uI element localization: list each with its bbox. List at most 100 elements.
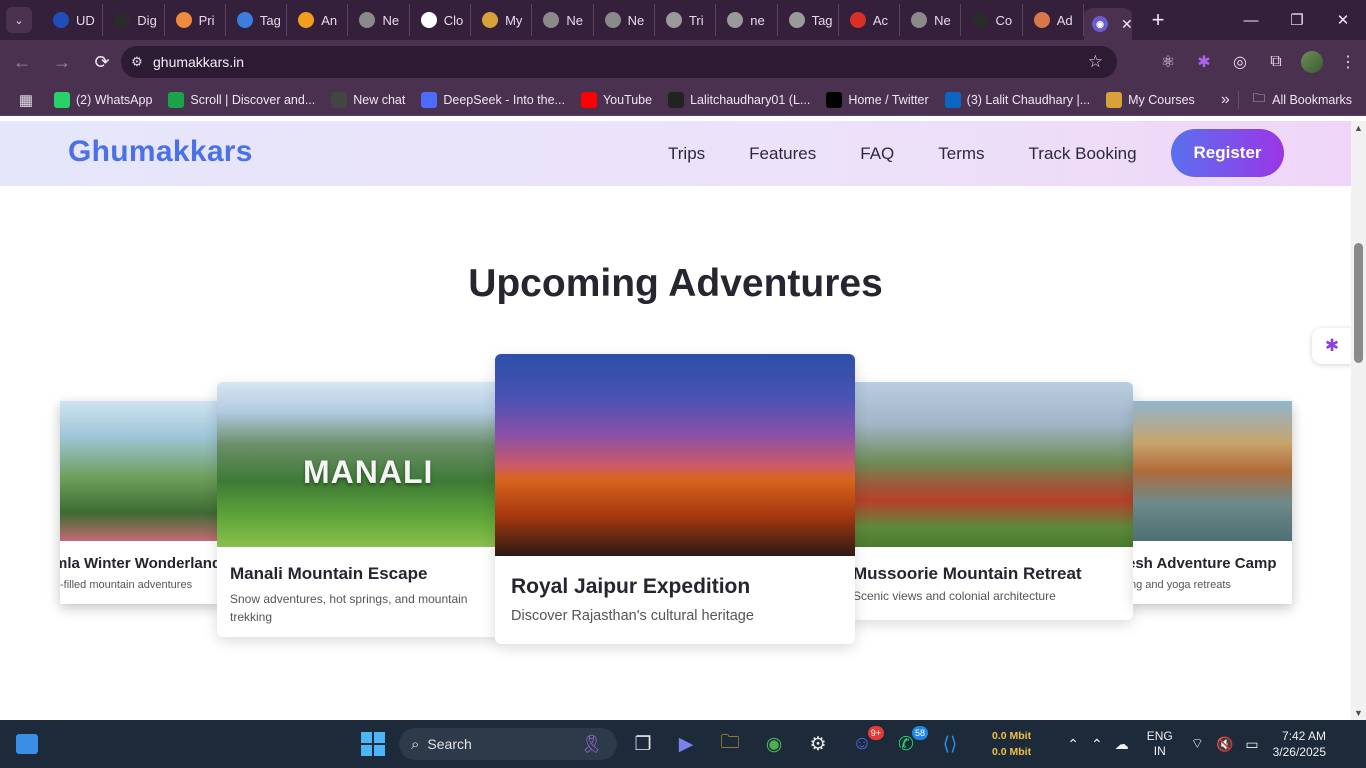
taskbar-search[interactable]: ⌕ Search 🎗 xyxy=(399,728,617,760)
scrollbar-thumb[interactable] xyxy=(1354,243,1363,363)
trip-desc: Snow adventures, hot springs, and mounta… xyxy=(230,592,468,624)
forward-button[interactable]: → xyxy=(44,44,80,80)
tab-13[interactable]: Ac xyxy=(839,4,901,36)
tab-12[interactable]: Tag xyxy=(778,4,839,36)
nav-track-booking[interactable]: Track Booking xyxy=(1029,144,1137,164)
gmail-icon xyxy=(849,12,866,28)
wifi-icon[interactable]: ⌔ xyxy=(1191,735,1204,753)
site-nav: Trips Features FAQ Terms Track Booking xyxy=(646,121,1159,186)
restore-icon[interactable]: ❐ xyxy=(1274,0,1320,40)
reload-button[interactable]: ⟳ xyxy=(84,44,120,80)
file-explorer-icon[interactable]: 🗀 xyxy=(714,728,746,760)
site-logo[interactable]: Ghumakkars xyxy=(68,135,253,169)
bookmark-7[interactable]: (3) Lalit Chaudhary |... xyxy=(937,91,1098,108)
tab-2[interactable]: Pri xyxy=(165,4,226,36)
scroll-up-icon[interactable]: ▲ xyxy=(1351,123,1366,133)
trip-card-shimla[interactable]: mla Winter Wonderland -filled mountain a… xyxy=(60,401,220,604)
active-tab[interactable]: ◉ ✕ xyxy=(1084,8,1133,40)
more-bookmarks-icon[interactable]: » xyxy=(1221,91,1230,109)
cloud-icon xyxy=(420,12,437,28)
nav-trips[interactable]: Trips xyxy=(668,144,705,164)
bookmark-4[interactable]: YouTube xyxy=(573,91,660,108)
close-window-icon[interactable]: ✕ xyxy=(1320,0,1366,40)
tab-14[interactable]: Ne xyxy=(900,4,962,36)
register-button[interactable]: Register xyxy=(1171,129,1284,177)
vscode-icon[interactable]: ⟨⟩ xyxy=(934,728,966,760)
clock[interactable]: 7:42 AM 3/26/2025 xyxy=(1273,728,1326,760)
tab-label: Ne xyxy=(934,12,951,28)
back-button[interactable]: ← xyxy=(4,44,40,80)
trip-card-jaipur[interactable]: Royal Jaipur Expedition Discover Rajasth… xyxy=(495,354,855,644)
trip-title: Mussoorie Mountain Retreat xyxy=(853,564,1082,583)
onedrive-icon[interactable]: ☁ xyxy=(1115,736,1129,753)
tab-1[interactable]: Dig xyxy=(103,4,165,36)
whatsapp-icon[interactable]: ✆ 58 xyxy=(890,726,928,760)
tab-16[interactable]: Ad xyxy=(1023,4,1085,36)
floating-brain-extension-icon[interactable]: ✱ xyxy=(1312,328,1351,364)
tab-8[interactable]: Ne xyxy=(532,4,594,36)
bookmark-5[interactable]: Lalitchaudhary01 (L... xyxy=(660,91,818,108)
battery-icon[interactable]: ▭ xyxy=(1245,736,1258,753)
start-button[interactable] xyxy=(361,732,385,756)
taskbar-search-label: Search xyxy=(427,736,472,752)
widgets-icon[interactable] xyxy=(16,734,38,754)
extensions-puzzle-icon[interactable]: ⧉ xyxy=(1258,53,1294,71)
brain-extension-icon[interactable]: ✱ xyxy=(1186,52,1222,72)
tab-7[interactable]: My xyxy=(471,4,533,36)
nav-faq[interactable]: FAQ xyxy=(860,144,894,164)
volume-mute-icon[interactable]: 🔇 xyxy=(1216,736,1233,753)
trip-image-shimla xyxy=(60,401,220,541)
bookmark-0[interactable]: (2) WhatsApp xyxy=(46,91,160,108)
site-info-icon[interactable]: ⚙ xyxy=(121,54,153,70)
trip-card-mussoorie[interactable]: Mussoorie Mountain Retreat Scenic views … xyxy=(850,382,1133,620)
bookmark-1[interactable]: Scroll | Discover and... xyxy=(160,91,323,108)
react-devtools-icon[interactable]: ⚛ xyxy=(1150,52,1186,72)
new-tab-button[interactable]: + xyxy=(1146,7,1170,33)
network-speed-meter: 0.0 Mbit 0.0 Mbit xyxy=(992,728,1031,760)
scroll-down-icon[interactable]: ▼ xyxy=(1351,708,1366,718)
chrome-icon[interactable]: ◉ xyxy=(758,728,790,760)
nav-terms[interactable]: Terms xyxy=(938,144,984,164)
language-indicator[interactable]: ENG IN xyxy=(1147,729,1173,759)
profile-avatar[interactable] xyxy=(1294,51,1330,73)
tabs-list: UD Dig Pri Tag An Ne Clo My Ne Ne Tri ne Tag Ac Ne Co Ad xyxy=(42,0,1085,40)
task-view-icon[interactable]: ❐ xyxy=(627,728,659,760)
settings-icon[interactable]: ⚙ xyxy=(802,728,834,760)
openai-icon xyxy=(331,91,348,108)
nav-features[interactable]: Features xyxy=(749,144,816,164)
bookmark-label: (3) Lalit Chaudhary |... xyxy=(966,92,1091,107)
target-extension-icon[interactable]: ◎ xyxy=(1222,52,1258,72)
tab-search-button[interactable]: ⌄ xyxy=(6,7,32,33)
bookmark-6[interactable]: Home / Twitter xyxy=(818,91,936,108)
extension-icons: ⚛ ✱ ◎ ⧉ ⋮ xyxy=(1150,40,1366,84)
tab-9[interactable]: Ne xyxy=(594,4,655,36)
meet-icon[interactable]: ▶ xyxy=(670,728,702,760)
address-bar[interactable]: ⚙ ghumakkars.in ☆ xyxy=(121,46,1117,78)
close-tab-icon[interactable]: ✕ xyxy=(1121,16,1132,33)
net-up-value: 0.0 Mbit xyxy=(992,730,1032,742)
bookmark-2[interactable]: New chat xyxy=(323,91,413,108)
tray-chevron-icon[interactable]: ⌃ xyxy=(1091,736,1103,753)
tab-0[interactable]: UD xyxy=(42,4,104,36)
bookmark-star-icon[interactable]: ☆ xyxy=(1088,52,1103,72)
page-scrollbar[interactable]: ▲ ▼ xyxy=(1351,121,1366,720)
all-bookmarks-button[interactable]: 🗀 All Bookmarks xyxy=(1237,90,1352,109)
tab-15[interactable]: Co xyxy=(961,4,1023,36)
tab-5[interactable]: Ne xyxy=(348,4,410,36)
trip-card-rishikesh[interactable]: esh Adventure Camp ng and yoga retreats xyxy=(1133,401,1292,604)
tray-overflow-icon[interactable]: ⌃ xyxy=(1067,736,1079,753)
minimize-icon[interactable]: — xyxy=(1228,0,1274,40)
page-viewport: Ghumakkars Trips Features FAQ Terms Trac… xyxy=(0,121,1351,720)
bookmark-8[interactable]: My Courses xyxy=(1098,91,1203,108)
tab-10[interactable]: Tri xyxy=(655,4,717,36)
tab-6[interactable]: Clo xyxy=(410,4,472,36)
trip-card-manali[interactable]: MANALI Manali Mountain Escape Snow adven… xyxy=(217,382,500,637)
tab-3[interactable]: Tag xyxy=(226,4,288,36)
discord-icon[interactable]: ☺ 9+ xyxy=(846,726,884,760)
openai-icon xyxy=(114,12,131,28)
bookmark-3[interactable]: DeepSeek - Into the... xyxy=(413,91,573,108)
apps-grid-icon[interactable]: ▦ xyxy=(6,91,46,109)
menu-kebab-icon[interactable]: ⋮ xyxy=(1330,52,1366,72)
tab-4[interactable]: An xyxy=(287,4,349,36)
tab-11[interactable]: ne xyxy=(716,4,778,36)
